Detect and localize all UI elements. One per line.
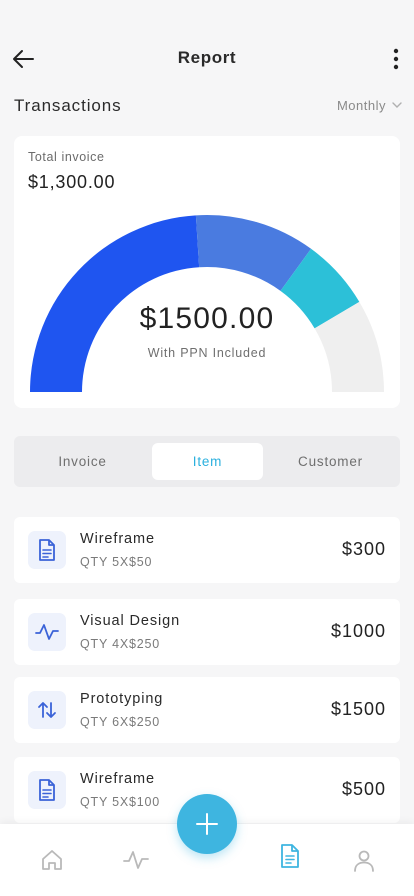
activity-icon [123,851,149,869]
item-icon-container [28,771,66,809]
user-icon [354,850,374,872]
period-value: Monthly [336,98,386,113]
period-dropdown[interactable]: Monthly [337,98,402,113]
item-price: $1000 [330,621,386,641]
home-icon [42,850,62,870]
list-item[interactable]: Visual Design QTY 4X$250 $1000 [14,599,400,665]
invoice-gauge [30,215,384,392]
chevron-down-icon [392,102,402,108]
gauge-total: $1500.00 [139,302,275,335]
more-vertical-icon [393,48,399,70]
swap-vertical-icon [38,702,56,718]
item-name: Wireframe [80,531,155,547]
nav-activity-button[interactable] [122,846,150,874]
page-title: Report [177,48,237,67]
document-icon [39,539,55,561]
document-icon [281,844,299,868]
report-tabs: Invoice Item Customer [14,436,400,487]
invoice-chart-card: Total invoice $1,300.00 $1500.00 With PP… [14,136,400,408]
item-icon-container [28,531,66,569]
item-price: $1500 [330,699,386,719]
section-title: Transactions [14,96,122,115]
list-item[interactable]: Prototyping QTY 6X$250 $1500 [14,677,400,743]
item-qty: QTY 5X$50 [80,555,153,569]
add-button[interactable] [177,794,237,854]
item-name: Wireframe [80,771,155,787]
nav-home-button[interactable] [38,846,66,874]
top-bar: Report [0,36,414,80]
plus-icon [196,813,218,835]
item-icon-container [28,691,66,729]
tab-invoice[interactable]: Invoice [27,443,138,480]
item-qty: QTY 6X$250 [80,715,161,729]
document-icon [39,779,55,801]
nav-profile-button[interactable] [350,846,378,874]
item-price: $500 [341,779,386,799]
nav-report-button[interactable] [276,842,304,870]
more-options-button[interactable] [386,44,406,74]
item-icon-container [28,613,66,651]
pulse-icon [35,624,59,640]
tab-item[interactable]: Item [152,443,263,480]
item-price: $300 [341,539,386,559]
item-name: Prototyping [80,691,164,707]
gauge-subtitle: With PPN Included [147,346,267,360]
item-qty: QTY 5X$100 [80,795,161,809]
tab-customer[interactable]: Customer [275,443,386,480]
list-item[interactable]: Wireframe QTY 5X$50 $300 [14,517,400,583]
item-qty: QTY 4X$250 [80,637,161,651]
item-name: Visual Design [80,613,181,629]
